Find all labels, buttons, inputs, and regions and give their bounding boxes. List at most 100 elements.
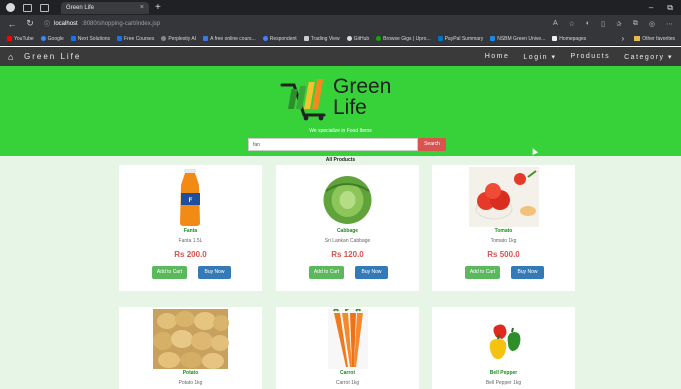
github-icon bbox=[346, 36, 352, 41]
product-name: Potato bbox=[182, 370, 199, 376]
bookmark-youtube[interactable]: YouTube bbox=[7, 36, 34, 42]
buy-now-button[interactable]: Buy Now bbox=[198, 266, 231, 279]
nav-links: Home Login ▾ Products Category ▾ bbox=[485, 53, 673, 61]
tab-actions-icon[interactable] bbox=[40, 3, 49, 12]
svg-text:F: F bbox=[189, 198, 193, 204]
back-arrow-icon[interactable]: ← bbox=[6, 19, 18, 29]
product-price: Rs 120.0 bbox=[331, 250, 364, 259]
bookmark-next-solutions[interactable]: Next Solutions bbox=[70, 36, 110, 42]
split-screen-icon[interactable]: ▯ bbox=[601, 20, 605, 28]
close-tab-icon[interactable]: × bbox=[140, 4, 144, 11]
copilot-icon[interactable]: ◎ bbox=[649, 20, 655, 28]
product-card: F Fanta Fanta 1.5L Rs 200.0 Add to Cart … bbox=[119, 165, 262, 291]
product-description: Fanta 1.5L bbox=[178, 238, 203, 244]
product-description: Sri Lankan Cabbage bbox=[324, 238, 371, 244]
logo-line-1: Green bbox=[333, 75, 392, 98]
product-description: Potato 1kg bbox=[178, 380, 203, 386]
bookmark-tradingview[interactable]: Trading View bbox=[303, 36, 340, 42]
carrot-image bbox=[328, 309, 368, 369]
potato-image bbox=[153, 309, 229, 369]
bookmark-icon bbox=[203, 36, 209, 41]
respondent-icon bbox=[262, 36, 268, 41]
bookmark-upwork[interactable]: Browse Gigs | Upro... bbox=[376, 36, 431, 42]
chevron-right-icon[interactable]: › bbox=[622, 34, 625, 43]
home-icon[interactable]: ⌂ bbox=[8, 52, 18, 62]
cabbage-image bbox=[323, 176, 372, 224]
nav-products[interactable]: Products bbox=[571, 53, 611, 61]
product-price: Rs 200.0 bbox=[174, 250, 207, 259]
bell-pepper-image bbox=[489, 324, 521, 359]
bookmark-github[interactable]: GitHub bbox=[346, 36, 369, 42]
folder-icon bbox=[634, 36, 641, 41]
product-name: Carrot bbox=[339, 370, 355, 376]
bookmark-paypal[interactable]: PayPal Summary bbox=[437, 36, 483, 42]
section-title: All Products bbox=[325, 157, 356, 163]
buy-now-button[interactable]: Buy Now bbox=[355, 266, 388, 279]
youtube-icon bbox=[7, 36, 12, 41]
add-to-cart-button[interactable]: Add to Cart bbox=[309, 266, 344, 279]
product-card: Carrot Carrot 1kg bbox=[276, 307, 419, 389]
products-section: All Products F Fanta Fanta 1.5L Rs 200.0… bbox=[0, 156, 681, 389]
product-card: Tomato Tomato 1kg Rs 500.0 Add to Cart B… bbox=[432, 165, 575, 291]
bookmark-perplexity[interactable]: Perplexity AI bbox=[161, 36, 196, 42]
product-description: Bell Pepper 1kg bbox=[485, 380, 522, 386]
other-favorites[interactable]: › Other favorites bbox=[622, 34, 675, 43]
product-description: Carrot 1kg bbox=[335, 380, 360, 386]
workspaces-icon[interactable] bbox=[23, 3, 32, 12]
logo-text: Green Life bbox=[333, 76, 391, 118]
search-input[interactable]: fan bbox=[248, 138, 418, 151]
site-navbar: ⌂ Green Life Home Login ▾ Products Categ… bbox=[0, 47, 681, 66]
bookmark-free-online-course[interactable]: A free online cours... bbox=[203, 36, 256, 42]
search-button[interactable]: Search bbox=[418, 138, 446, 151]
buy-now-button[interactable]: Buy Now bbox=[511, 266, 544, 279]
restore-icon[interactable]: ⧉ bbox=[667, 3, 673, 13]
browser-tab-bar: Green Life × + – ⧉ bbox=[0, 0, 681, 15]
minimize-icon[interactable]: – bbox=[649, 3, 653, 13]
google-icon bbox=[40, 36, 46, 41]
perplexity-icon bbox=[161, 36, 167, 41]
browser-tab[interactable]: Green Life × bbox=[61, 1, 149, 14]
page-icon bbox=[552, 36, 558, 41]
paypal-icon bbox=[437, 36, 443, 41]
info-icon[interactable]: ⓘ bbox=[44, 19, 50, 28]
upwork-icon bbox=[376, 36, 382, 41]
nav-login-dropdown[interactable]: Login ▾ bbox=[523, 53, 556, 61]
extensions-icon[interactable]: ◐ bbox=[586, 20, 590, 28]
favorites-icon[interactable]: ✰ bbox=[616, 20, 622, 28]
add-to-cart-button[interactable]: Add to Cart bbox=[152, 266, 187, 279]
tab-title: Green Life bbox=[66, 4, 95, 11]
window-controls: – ⧉ bbox=[649, 3, 673, 13]
bookmark-respondent[interactable]: Respondent bbox=[262, 36, 297, 42]
bookmark-google[interactable]: Google bbox=[40, 36, 64, 42]
nav-category-dropdown[interactable]: Category ▾ bbox=[624, 53, 673, 61]
bookmark-icon bbox=[70, 36, 76, 41]
url-host: localhost bbox=[54, 20, 78, 27]
add-to-cart-button[interactable]: Add to Cart bbox=[465, 266, 500, 279]
logo-line-2: Life bbox=[333, 96, 367, 119]
new-tab-icon[interactable]: + bbox=[155, 2, 161, 13]
product-name: Bell Pepper bbox=[489, 370, 518, 376]
url-path: :8080/shopping-cart/index.jsp bbox=[81, 20, 161, 27]
collections-icon[interactable]: ⧉ bbox=[633, 20, 638, 28]
tomato-image bbox=[469, 167, 539, 227]
more-menu-icon[interactable]: ⋯ bbox=[666, 20, 673, 28]
bookmark-nsbm[interactable]: NSBM Green Unive... bbox=[490, 36, 545, 42]
bookmark-homepages[interactable]: Homepages bbox=[552, 36, 586, 42]
favorite-star-icon[interactable]: ☆ bbox=[569, 20, 575, 28]
profile-icon[interactable] bbox=[6, 3, 15, 12]
product-card: Cabbage Sri Lankan Cabbage Rs 120.0 Add … bbox=[276, 165, 419, 291]
url-field[interactable]: ⓘ localhost:8080/shopping-cart/index.jsp bbox=[44, 19, 161, 29]
hero-banner: Green Life We specialize in Food Items f… bbox=[0, 66, 681, 156]
site-brand[interactable]: Green Life bbox=[24, 52, 81, 61]
read-aloud-icon[interactable]: A bbox=[553, 20, 558, 28]
product-card: Potato Potato 1kg bbox=[119, 307, 262, 389]
product-description: Tomato 1kg bbox=[490, 238, 517, 244]
bookmark-free-courses[interactable]: Free Courses bbox=[117, 36, 154, 42]
tagline: We specialize in Food Items bbox=[309, 128, 372, 134]
nav-home[interactable]: Home bbox=[485, 53, 510, 61]
fanta-bottle-image: F bbox=[180, 169, 200, 226]
product-card: Bell Pepper Bell Pepper 1kg bbox=[432, 307, 575, 389]
refresh-icon[interactable]: ↻ bbox=[24, 18, 36, 29]
product-name: Fanta bbox=[183, 228, 198, 234]
bookmark-icon bbox=[490, 36, 496, 41]
